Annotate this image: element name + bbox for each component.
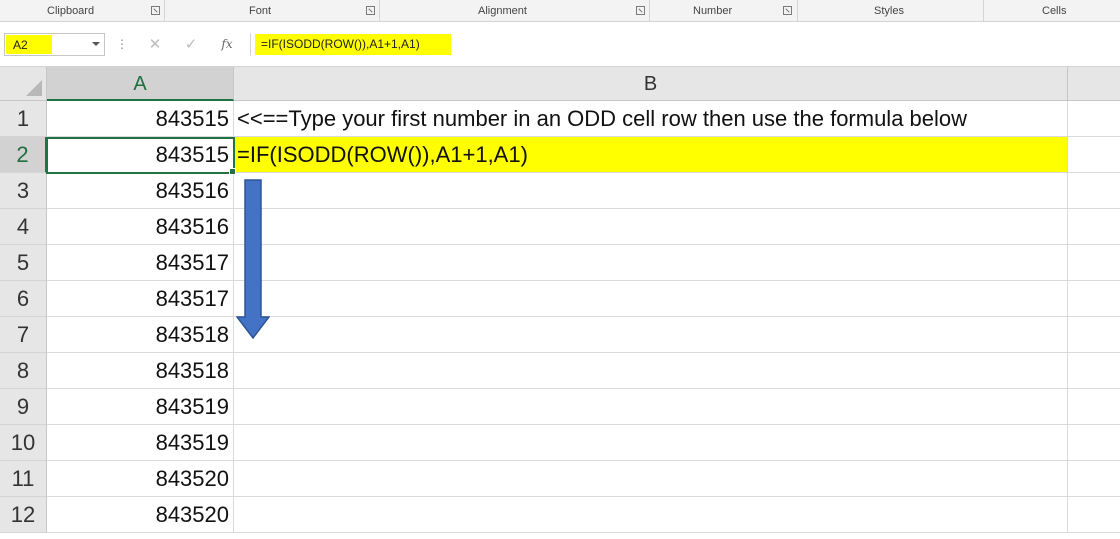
ribbon-group-clipboard: Clipboard xyxy=(0,0,165,21)
cells-label: Cells xyxy=(1042,5,1067,17)
alignment-label: Alignment xyxy=(478,5,527,17)
formula-input[interactable]: =IF(ISODD(ROW()),A1+1,A1) xyxy=(250,33,1116,56)
cell-c4[interactable] xyxy=(1068,209,1120,245)
formula-text: =IF(ISODD(ROW()),A1+1,A1) xyxy=(261,37,420,51)
cell-c6[interactable] xyxy=(1068,281,1120,317)
cell-a1[interactable]: 843515 xyxy=(47,101,234,137)
formula-buttons: ✕ ✓ fx xyxy=(137,33,249,56)
ribbon-group-cells: Cells xyxy=(984,0,1120,21)
row-header[interactable]: 4 xyxy=(0,209,47,245)
styles-label: Styles xyxy=(874,5,904,17)
fill-handle[interactable] xyxy=(229,168,236,175)
cell-a6[interactable]: 843517 xyxy=(47,281,234,317)
cell-b3[interactable] xyxy=(234,173,1068,209)
column-header-b[interactable]: B xyxy=(234,67,1068,101)
cell-b9[interactable] xyxy=(234,389,1068,425)
cell-c5[interactable] xyxy=(1068,245,1120,281)
cell-b6[interactable] xyxy=(234,281,1068,317)
cell-a9[interactable]: 843519 xyxy=(47,389,234,425)
cell-a5[interactable]: 843517 xyxy=(47,245,234,281)
formula-bar-grip-icon[interactable]: ⋮ xyxy=(116,36,128,52)
cell-c12[interactable] xyxy=(1068,497,1120,533)
cell-b5[interactable] xyxy=(234,245,1068,281)
column-header-a[interactable]: A xyxy=(47,67,234,101)
cell-b12[interactable] xyxy=(234,497,1068,533)
cell-b7[interactable] xyxy=(234,317,1068,353)
ribbon-group-font: Font xyxy=(165,0,380,21)
ribbon-group-styles: Styles xyxy=(798,0,984,21)
clipboard-launcher-icon[interactable] xyxy=(151,6,160,15)
cell-a8[interactable]: 843518 xyxy=(47,353,234,389)
cell-c1[interactable] xyxy=(1068,101,1120,137)
down-arrow-icon xyxy=(236,179,270,339)
cell-a11[interactable]: 843520 xyxy=(47,461,234,497)
cell-a10[interactable]: 843519 xyxy=(47,425,234,461)
row-header[interactable]: 11 xyxy=(0,461,47,497)
name-box-value: A2 xyxy=(13,38,28,52)
cell-c2[interactable] xyxy=(1068,137,1120,173)
cell-a2[interactable]: 843515 xyxy=(47,137,234,173)
row-header[interactable]: 12 xyxy=(0,497,47,533)
insert-function-icon[interactable]: fx xyxy=(213,33,241,56)
ribbon-group-alignment: Alignment xyxy=(380,0,650,21)
row-header[interactable]: 10 xyxy=(0,425,47,461)
cell-c9[interactable] xyxy=(1068,389,1120,425)
cell-c8[interactable] xyxy=(1068,353,1120,389)
cell-c7[interactable] xyxy=(1068,317,1120,353)
clipboard-label: Clipboard xyxy=(47,5,95,17)
cell-c10[interactable] xyxy=(1068,425,1120,461)
column-header-c[interactable] xyxy=(1068,67,1120,101)
cell-a3[interactable]: 843516 xyxy=(47,173,234,209)
select-all-corner[interactable] xyxy=(0,67,47,101)
row-header[interactable]: 2 xyxy=(0,137,47,173)
excel-window: Clipboard Font Alignment Number Styles C… xyxy=(0,0,1120,539)
cell-b10[interactable] xyxy=(234,425,1068,461)
formula-bar-row: A2 ⋮ ✕ ✓ fx =IF(ISODD(ROW()),A1+1,A1) xyxy=(0,22,1120,67)
ribbon-group-number: Number xyxy=(650,0,798,21)
cell-c11[interactable] xyxy=(1068,461,1120,497)
cell-a7[interactable]: 843518 xyxy=(47,317,234,353)
cell-a12[interactable]: 843520 xyxy=(47,497,234,533)
cell-c3[interactable] xyxy=(1068,173,1120,209)
cancel-icon[interactable]: ✕ xyxy=(141,33,169,56)
cell-b8[interactable] xyxy=(234,353,1068,389)
row-header[interactable]: 6 xyxy=(0,281,47,317)
cell-b1[interactable]: <<==Type your first number in an ODD cel… xyxy=(234,101,1068,137)
row-header[interactable]: 1 xyxy=(0,101,47,137)
cell-b2[interactable]: =IF(ISODD(ROW()),A1+1,A1) xyxy=(234,137,1068,173)
row-header[interactable]: 8 xyxy=(0,353,47,389)
number-label: Number xyxy=(693,5,733,17)
enter-icon[interactable]: ✓ xyxy=(177,33,205,56)
name-box[interactable]: A2 xyxy=(4,33,105,56)
row-header[interactable]: 9 xyxy=(0,389,47,425)
font-launcher-icon[interactable] xyxy=(366,6,375,15)
worksheet-grid: A B 1 843515 <<==Type your first number in… xyxy=(0,67,1120,539)
font-label: Font xyxy=(249,5,272,17)
cell-a4[interactable]: 843516 xyxy=(47,209,234,245)
cell-b4[interactable] xyxy=(234,209,1068,245)
chevron-down-icon[interactable] xyxy=(92,42,100,46)
row-header[interactable]: 5 xyxy=(0,245,47,281)
number-launcher-icon[interactable] xyxy=(783,6,792,15)
row-header[interactable]: 3 xyxy=(0,173,47,209)
alignment-launcher-icon[interactable] xyxy=(636,6,645,15)
cell-b11[interactable] xyxy=(234,461,1068,497)
row-header[interactable]: 7 xyxy=(0,317,47,353)
ribbon-group-labels: Clipboard Font Alignment Number Styles C… xyxy=(0,0,1120,22)
